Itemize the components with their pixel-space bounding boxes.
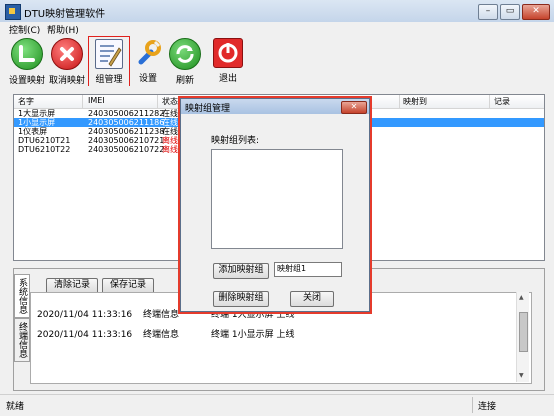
- tab-system-info[interactable]: 系统信息: [14, 274, 30, 318]
- minimize-button[interactable]: –: [478, 4, 498, 20]
- menu-control[interactable]: 控制(C): [9, 23, 40, 36]
- scroll-thumb[interactable]: [519, 312, 528, 352]
- cell-status: 离线: [162, 145, 178, 154]
- cell-name: DTU6210T21: [18, 136, 71, 145]
- column-record[interactable]: 记录: [494, 96, 510, 107]
- add-group-button[interactable]: 添加映射组: [213, 263, 269, 279]
- log-time: 2020/11/04 11:33:16: [37, 330, 133, 340]
- refresh-icon: [169, 38, 201, 70]
- cancel-mapping-label: 取消映射: [49, 76, 86, 86]
- cell-status: 离线: [162, 136, 178, 145]
- group-list-label: 映射组列表:: [211, 136, 260, 146]
- connection-status: 连接: [478, 402, 497, 412]
- menu-help[interactable]: 帮助(H): [47, 23, 79, 36]
- cell-name: DTU6210T22: [18, 145, 71, 154]
- log-type: 终端信息: [143, 310, 180, 320]
- log-message: 终端 1小显示屏 上线: [211, 330, 295, 340]
- log-time: 2020/11/04 11:33:16: [37, 310, 133, 320]
- status-bar: 就绪 连接: [0, 394, 554, 416]
- group-name-input[interactable]: 映射组1: [274, 262, 342, 277]
- cell-imei: 240305006211238: [88, 127, 165, 136]
- cell-name: 1大显示屏: [18, 109, 56, 118]
- cell-imei: 240305006210721: [88, 136, 165, 145]
- dialog-close-icon[interactable]: ✕: [341, 101, 367, 114]
- group-listbox[interactable]: [211, 149, 343, 249]
- dialog-close-button[interactable]: 关闭: [290, 291, 334, 307]
- refresh-button[interactable]: 刷新: [168, 36, 202, 86]
- settings-button[interactable]: 设置: [131, 36, 165, 86]
- refresh-label: 刷新: [175, 76, 194, 86]
- cell-imei: 240305006211186: [88, 118, 165, 127]
- group-manage-icon: [95, 39, 123, 69]
- check-icon: [11, 38, 43, 70]
- window-title: DTU映射管理软件: [24, 9, 106, 20]
- cell-status: 在线: [162, 109, 178, 118]
- maximize-button[interactable]: ▭: [500, 4, 520, 20]
- set-mapping-label: 设置映射: [9, 76, 46, 86]
- column-mapped-to[interactable]: 映射到: [403, 96, 427, 107]
- app-icon: [5, 4, 21, 20]
- scroll-down-icon[interactable]: ▼: [519, 372, 524, 379]
- delete-group-button[interactable]: 删除映射组: [213, 291, 269, 307]
- cell-status: 在线: [162, 118, 178, 127]
- close-button[interactable]: ✕: [522, 4, 550, 20]
- group-manage-button[interactable]: 组管理: [88, 36, 130, 88]
- settings-label: 设置: [138, 74, 157, 84]
- cell-name: 1仪表屏: [18, 127, 48, 136]
- log-scrollbar[interactable]: ▲ ▼: [516, 292, 529, 382]
- menu-bar: 控制(C) 帮助(H): [0, 22, 554, 36]
- dialog-title: 映射组管理: [185, 104, 231, 114]
- tab-terminal-info[interactable]: 终端信息: [14, 318, 30, 362]
- column-status[interactable]: 状态: [162, 96, 178, 107]
- exit-button[interactable]: 退出: [211, 36, 245, 86]
- set-mapping-button[interactable]: 设置映射: [9, 36, 45, 86]
- cell-imei: 240305006210722: [88, 145, 165, 154]
- cell-imei: 240305006211282: [88, 109, 165, 118]
- exit-label: 退出: [218, 74, 237, 84]
- settings-icon: [133, 38, 163, 68]
- column-name[interactable]: 名字: [18, 96, 34, 107]
- cell-name: 1小显示屏: [18, 118, 56, 127]
- scroll-up-icon[interactable]: ▲: [519, 294, 524, 301]
- cancel-mapping-button[interactable]: 取消映射: [49, 36, 85, 86]
- log-type: 终端信息: [143, 330, 180, 340]
- cell-status: 在线: [162, 127, 178, 136]
- column-imei[interactable]: IMEI: [88, 96, 105, 105]
- exit-icon: [213, 38, 243, 68]
- cancel-icon: [51, 38, 83, 70]
- title-bar: DTU映射管理软件 – ▭ ✕: [0, 0, 554, 23]
- log-entry: 2020/11/04 11:33:16 终端信息 终端 1小显示屏 上线: [37, 327, 517, 343]
- status-text: 就绪: [6, 402, 25, 412]
- toolbar: 设置映射 取消映射 组管理 设置 刷新 退出: [0, 36, 554, 88]
- dialog-title-bar: 映射组管理 ✕: [181, 99, 369, 114]
- group-manage-dialog: 映射组管理 ✕ 映射组列表: 添加映射组 映射组1 删除映射组 关闭: [180, 98, 370, 312]
- group-manage-label: 组管理: [95, 75, 123, 85]
